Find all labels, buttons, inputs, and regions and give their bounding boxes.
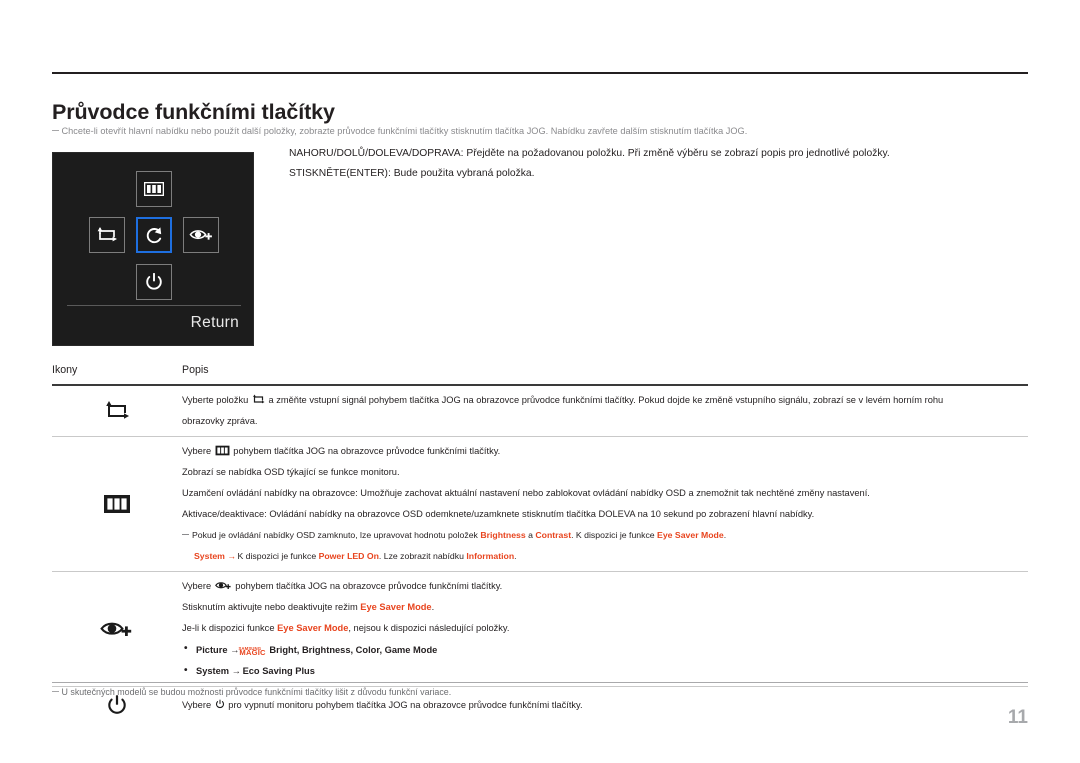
footer-divider bbox=[52, 682, 1028, 683]
footer-note-text: U skutečných modelů se budou možnosti pr… bbox=[61, 687, 452, 697]
row3-line1: Vybere pohybem tlačítka JOG na obrazovce… bbox=[182, 580, 503, 591]
row2-subnote-line1: Pokud je ovládání nabídky OSD zamknuto, … bbox=[182, 529, 1028, 542]
table-row: Vybere pohybem tlačítka JOG na obrazovce… bbox=[52, 437, 1028, 571]
note-dash-icon bbox=[52, 130, 59, 131]
row3-line3: Je-li k dispozici funkce Eye Saver Mode,… bbox=[182, 622, 510, 633]
column-header-icons: Ikony bbox=[52, 364, 78, 376]
source-loop-icon bbox=[96, 226, 118, 244]
osd-divider bbox=[67, 305, 241, 306]
row-icon-cell bbox=[52, 400, 182, 422]
row4-line1: Vybere pro vypnutí monitoru pohybem tlač… bbox=[182, 699, 583, 711]
row-description-cell: Vybere pohybem tlačítka JOG na obrazovce… bbox=[182, 437, 1028, 571]
eye-plus-icon bbox=[100, 618, 134, 640]
osd-key-cluster bbox=[53, 159, 255, 300]
power-icon bbox=[106, 694, 128, 718]
row-icon-cell bbox=[52, 494, 182, 514]
row2-subnote-line2: System → K dispozici je funkce Power LED… bbox=[194, 550, 517, 561]
osd-key-center-return[interactable] bbox=[136, 217, 172, 253]
power-icon bbox=[215, 699, 225, 710]
menu-bars-icon bbox=[144, 182, 164, 196]
icons-description-table: Ikony Popis Vyberte položku a změňte vst… bbox=[52, 364, 1028, 725]
row-icon-cell bbox=[52, 694, 182, 718]
row1-line1: Vyberte položku a změňte vstupní signál … bbox=[182, 394, 944, 405]
menu-bars-icon bbox=[103, 494, 131, 514]
footer-note: U skutečných modelů se budou možnosti pr… bbox=[52, 687, 451, 697]
row3-bullet-picture: Picture →SAMSUNGMAGICBright, Brightness,… bbox=[182, 642, 1028, 657]
osd-return-label: Return bbox=[190, 314, 239, 331]
eye-plus-icon bbox=[189, 227, 213, 243]
osd-key-down-power[interactable] bbox=[136, 264, 172, 300]
row-icon-cell bbox=[52, 618, 182, 640]
table-header-row: Ikony Popis bbox=[52, 364, 1028, 384]
osd-key-up-menu[interactable] bbox=[136, 171, 172, 207]
return-arrow-icon bbox=[144, 225, 164, 245]
row1-line2: obrazovky zpráva. bbox=[182, 415, 258, 426]
menu-bars-icon bbox=[215, 445, 230, 456]
page-title: Průvodce funkčními tlačítky bbox=[52, 100, 335, 125]
row-description-cell: Vybere pohybem tlačítka JOG na obrazovce… bbox=[182, 572, 1028, 686]
page-number: 11 bbox=[1007, 707, 1028, 728]
samsung-magic-logo: SAMSUNG MAGIC bbox=[238, 645, 266, 657]
row2-line2: Zobrazí se nabídka OSD týkající se funkc… bbox=[182, 466, 400, 477]
osd-guide-illustration: Return bbox=[52, 152, 254, 346]
osd-key-left-source[interactable] bbox=[89, 217, 125, 253]
document-page: Průvodce funkčními tlačítky Chcete-li ot… bbox=[0, 0, 1080, 763]
row2-line1: Vybere pohybem tlačítka JOG na obrazovce… bbox=[182, 445, 501, 456]
row-description-cell: Vyberte položku a změňte vstupní signál … bbox=[182, 386, 1028, 436]
row3-line2: Stisknutím aktivujte nebo deaktivujte re… bbox=[182, 601, 435, 612]
note-dash-icon bbox=[52, 691, 59, 692]
row3-bullet-system: System → Eco Saving Plus bbox=[182, 664, 1028, 678]
osd-key-right-eye-saver[interactable] bbox=[183, 217, 219, 253]
row2-line4: Aktivace/deaktivace: Ovládání nabídky na… bbox=[182, 508, 815, 519]
header-divider bbox=[52, 72, 1028, 74]
column-header-description: Popis bbox=[182, 364, 209, 376]
table-row: Vyberte položku a změňte vstupní signál … bbox=[52, 386, 1028, 436]
source-loop-icon bbox=[104, 400, 130, 422]
instructions-block: NAHORU/DOLŮ/DOLEVA/DOPRAVA: Přejděte na … bbox=[289, 148, 1034, 188]
power-icon bbox=[144, 272, 164, 292]
intro-note: Chcete-li otevřít hlavní nabídku nebo po… bbox=[52, 126, 1032, 136]
row2-line3: Uzamčení ovládání nabídky na obrazovce: … bbox=[182, 487, 870, 498]
note-dash-icon bbox=[182, 533, 189, 535]
intro-note-text: Chcete-li otevřít hlavní nabídku nebo po… bbox=[61, 126, 748, 136]
source-loop-icon bbox=[252, 394, 265, 405]
instruction-navigation: NAHORU/DOLŮ/DOLEVA/DOPRAVA: Přejděte na … bbox=[289, 148, 890, 159]
table-row: Vybere pohybem tlačítka JOG na obrazovce… bbox=[52, 572, 1028, 686]
eye-plus-icon bbox=[214, 580, 232, 591]
instruction-enter: STISKNĚTE(ENTER): Bude použita vybraná p… bbox=[289, 168, 535, 179]
